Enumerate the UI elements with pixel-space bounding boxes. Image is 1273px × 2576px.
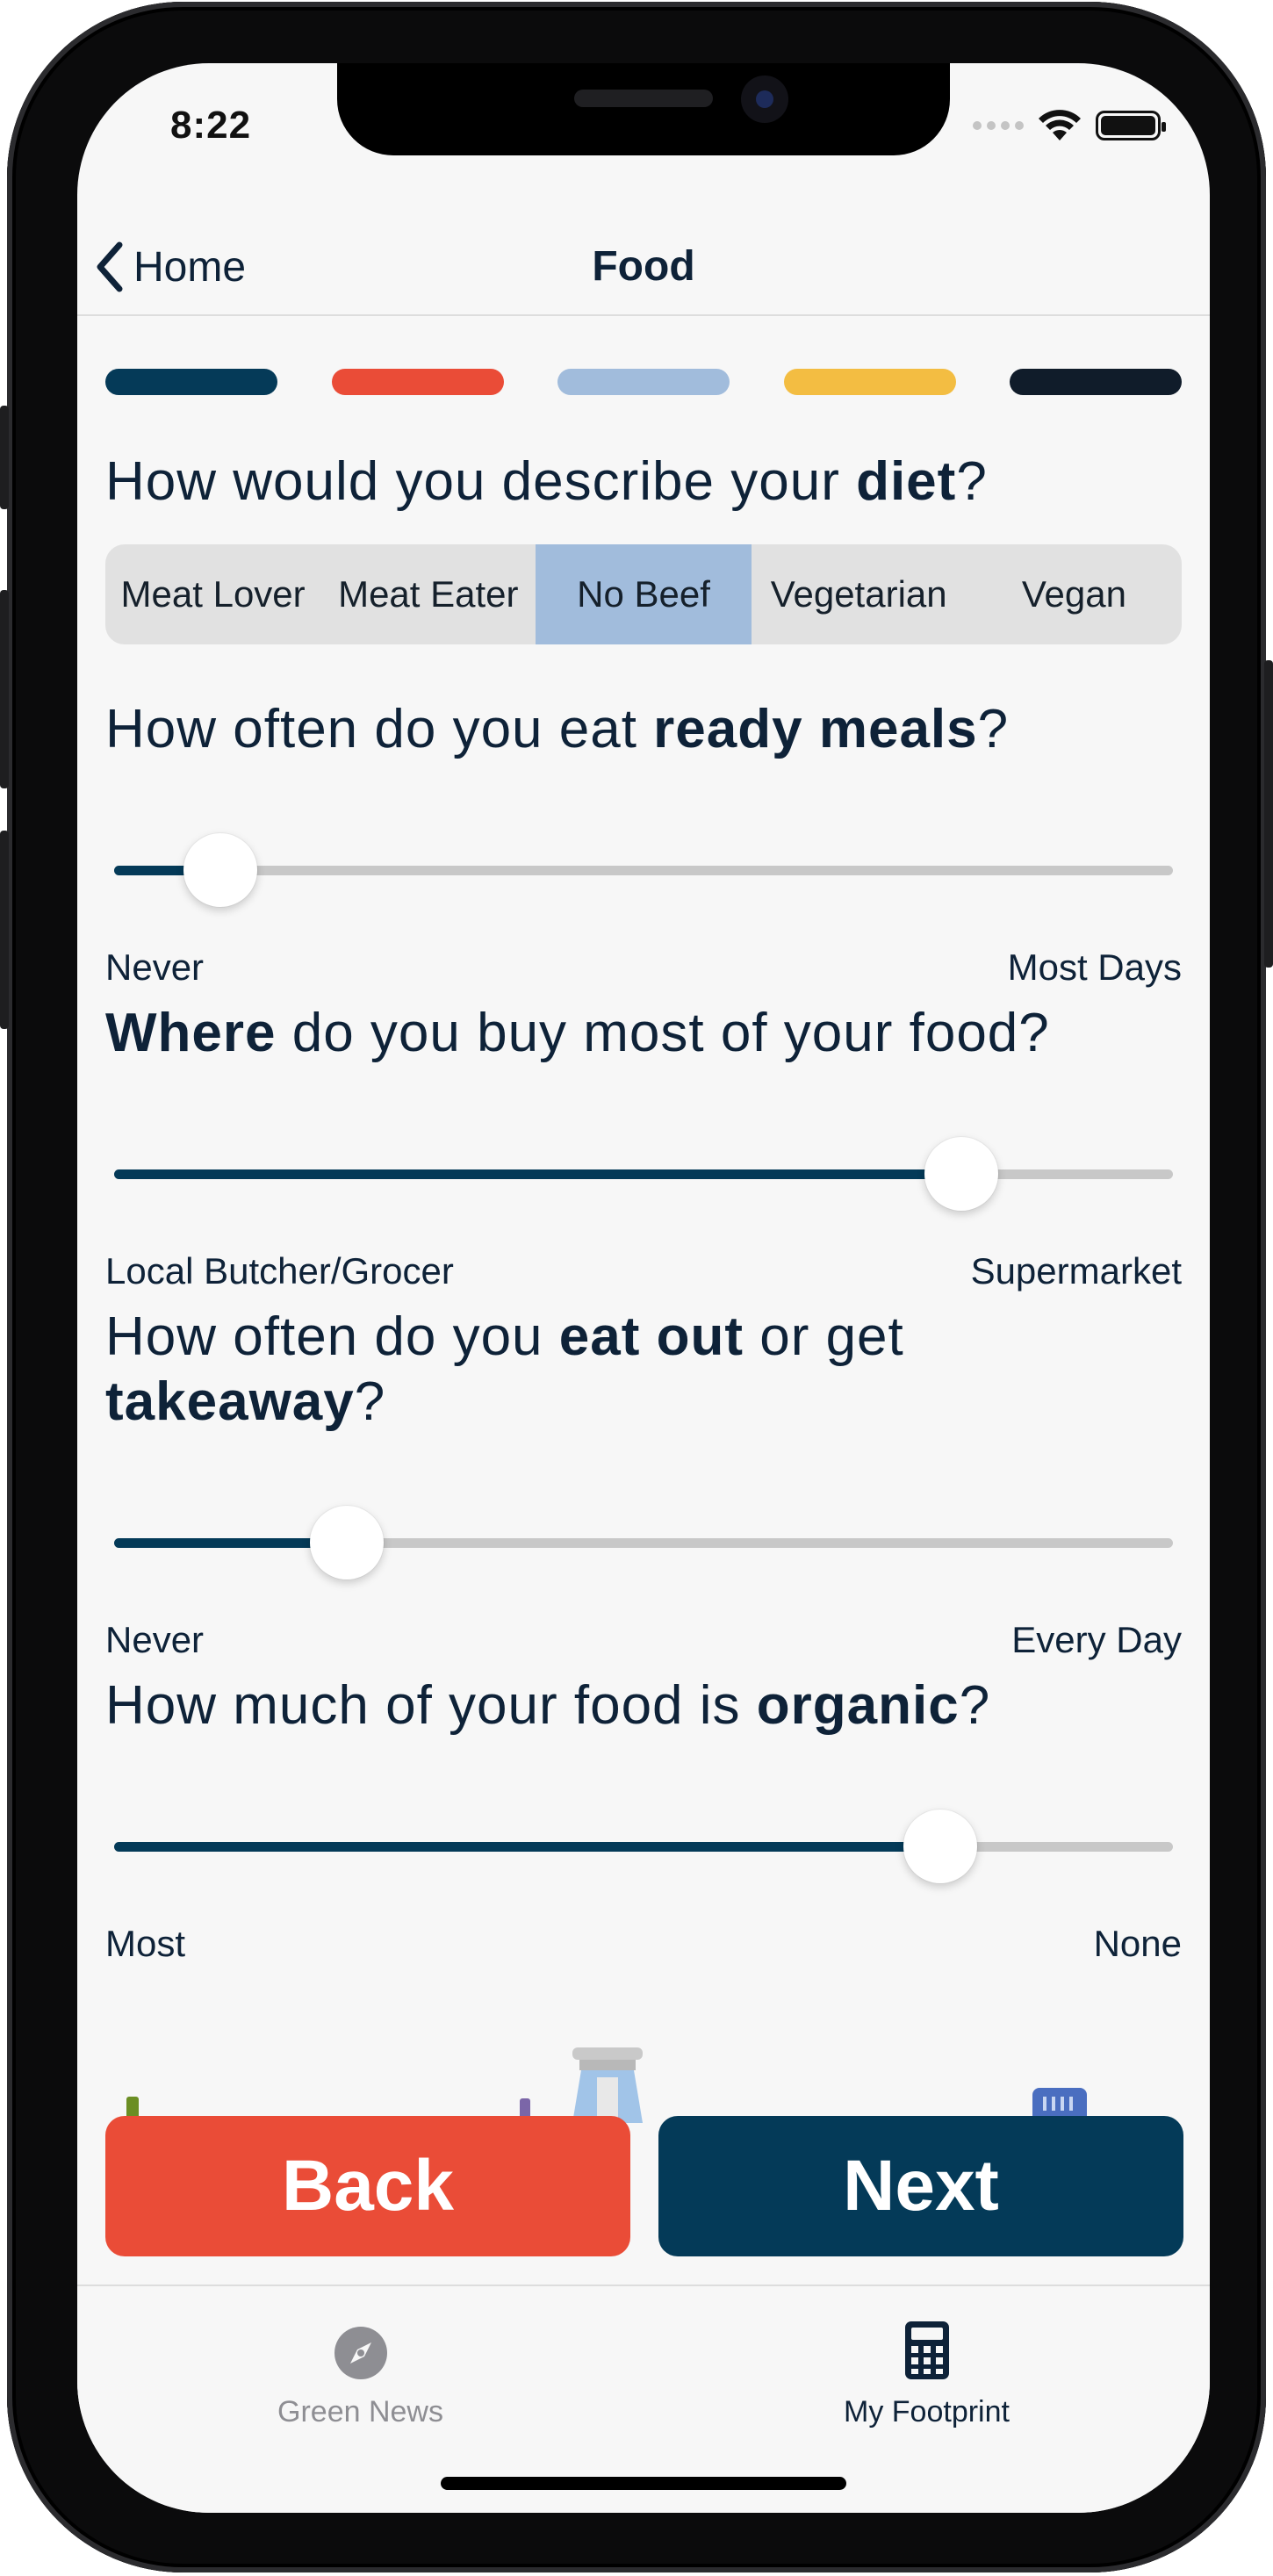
app-screen: 8:22 Home Food How would you describe yo… bbox=[77, 63, 1210, 2513]
slider-thumb[interactable] bbox=[183, 833, 257, 907]
compass-icon bbox=[334, 2327, 387, 2379]
diet-option-meat-eater[interactable]: Meat Eater bbox=[320, 544, 536, 644]
calculator-icon bbox=[904, 2321, 949, 2379]
ready-meals-question: How often do you eat ready meals? bbox=[105, 699, 1010, 759]
slider-fill bbox=[114, 1842, 940, 1852]
wifi-icon bbox=[1039, 110, 1081, 140]
slider-thumb[interactable] bbox=[310, 1506, 385, 1579]
diet-segmented-control[interactable]: Meat Lover Meat Eater No Beef Vegetarian Veg… bbox=[105, 544, 1182, 644]
progress-segment-2 bbox=[331, 369, 504, 395]
navigation-bar: Home Food bbox=[77, 221, 1210, 316]
max-label: None bbox=[1093, 1923, 1182, 1964]
min-label: Never bbox=[105, 946, 205, 988]
next-button[interactable]: Next bbox=[658, 2116, 1183, 2256]
where-buy-labels: Local Butcher/Grocer Supermarket bbox=[105, 1250, 1182, 1292]
phone-frame: 8:22 Home Food How would you describe yo… bbox=[0, 2, 1273, 2572]
notch bbox=[337, 63, 950, 155]
diet-option-no-beef[interactable]: No Beef bbox=[536, 544, 752, 644]
where-buy-slider[interactable] bbox=[114, 1134, 1173, 1213]
slider-thumb[interactable] bbox=[924, 1137, 998, 1211]
page-title: Food bbox=[592, 243, 695, 290]
milk-bottle-illustration bbox=[572, 2047, 643, 2123]
max-label: Most Days bbox=[1007, 946, 1182, 988]
cellular-signal-icon bbox=[973, 121, 1024, 130]
step-progress bbox=[105, 369, 1182, 395]
tab-my-footprint[interactable]: My Footprint bbox=[644, 2286, 1210, 2436]
progress-segment-4 bbox=[783, 369, 956, 395]
side-button bbox=[0, 406, 9, 509]
status-icons bbox=[973, 109, 1166, 142]
back-button[interactable]: Back bbox=[105, 2116, 630, 2256]
slider-track bbox=[114, 866, 1173, 875]
organic-labels: Most None bbox=[105, 1923, 1182, 1965]
min-label: Local Butcher/Grocer bbox=[105, 1250, 454, 1292]
max-label: Every Day bbox=[1011, 1619, 1182, 1660]
tab-label: My Footprint bbox=[844, 2395, 1010, 2428]
progress-segment-1 bbox=[105, 369, 277, 395]
volume-down-button bbox=[0, 831, 9, 1029]
progress-segment-3 bbox=[557, 369, 730, 395]
max-label: Supermarket bbox=[970, 1250, 1182, 1292]
eat-out-question: How often do you eat out or get takeaway… bbox=[105, 1306, 904, 1433]
min-label: Most bbox=[105, 1923, 186, 1964]
power-button bbox=[1264, 660, 1273, 968]
diet-option-vegetarian[interactable]: Vegetarian bbox=[752, 544, 967, 644]
tab-label: Green News bbox=[277, 2395, 443, 2428]
eat-out-labels: Never Every Day bbox=[105, 1619, 1182, 1661]
volume-up-button bbox=[0, 590, 9, 788]
organic-slider[interactable] bbox=[114, 1807, 1173, 1886]
home-indicator bbox=[441, 2477, 846, 2490]
tab-green-news[interactable]: Green News bbox=[77, 2286, 644, 2436]
organic-question: How much of your food is organic? bbox=[105, 1675, 991, 1736]
speaker bbox=[574, 90, 713, 107]
eat-out-slider[interactable] bbox=[114, 1503, 1173, 1582]
diet-question: How would you describe your diet? bbox=[105, 451, 988, 512]
diet-option-meat-lover[interactable]: Meat Lover bbox=[105, 544, 320, 644]
slider-thumb[interactable] bbox=[903, 1810, 977, 1883]
battery-icon bbox=[1096, 111, 1166, 140]
ready-meals-labels: Never Most Days bbox=[105, 946, 1182, 989]
min-label: Never bbox=[105, 1619, 205, 1660]
progress-segment-5 bbox=[1010, 369, 1182, 395]
slider-fill bbox=[114, 1169, 961, 1179]
front-camera bbox=[741, 76, 788, 123]
status-time: 8:22 bbox=[170, 104, 252, 147]
ready-meals-slider[interactable] bbox=[114, 831, 1173, 910]
where-buy-question: Where do you buy most of your food? bbox=[105, 1003, 1050, 1063]
diet-option-vegan[interactable]: Vegan bbox=[967, 544, 1182, 644]
